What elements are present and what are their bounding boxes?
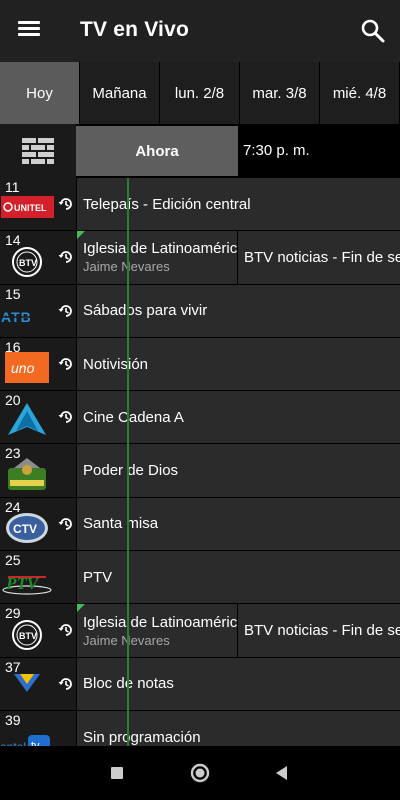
back-triangle-icon[interactable] xyxy=(271,762,293,784)
svg-text:BTV: BTV xyxy=(19,631,37,641)
program-cell[interactable]: PTV xyxy=(76,551,400,604)
program-cell[interactable]: Poder de Dios xyxy=(76,444,400,497)
app-title: TV en Vivo xyxy=(80,18,189,41)
replay-clock-icon xyxy=(58,517,72,530)
channel-row: 15 ATB Sábados para vivir xyxy=(0,284,400,338)
btv-logo: BTV xyxy=(12,247,42,278)
cadena-a-logo xyxy=(8,403,46,436)
recents-square-icon[interactable] xyxy=(106,762,128,784)
program-title: BTV noticias - Fin de semana xyxy=(244,622,400,640)
program-title: Cine Cadena A xyxy=(83,408,184,426)
channel-row: 23 Poder de Dios xyxy=(0,444,400,498)
program-title: Sin programación xyxy=(83,728,201,746)
live-marker xyxy=(77,604,85,613)
replay-clock-icon xyxy=(58,358,72,370)
channel-cell[interactable]: 23 xyxy=(0,444,76,497)
program-title: Telepaís - Edición central xyxy=(83,195,251,213)
program-title: Iglesia de Latinoamérica xyxy=(83,613,237,631)
channel-cell[interactable]: 39 tv entel xyxy=(0,710,76,746)
nuevo-tiempo-logo xyxy=(0,673,54,703)
poder-de-dios-logo xyxy=(8,458,46,491)
svg-text:BTV: BTV xyxy=(19,258,37,268)
tab-day-mie[interactable]: mié. 4/8 xyxy=(320,62,400,124)
entel-tv-logo: tv entel xyxy=(0,734,50,746)
svg-text:UNITEL: UNITEL xyxy=(14,203,47,213)
unitel-logo: UNITEL xyxy=(1,196,54,218)
replay-clock-icon xyxy=(58,624,72,637)
channel-cell[interactable]: 14 BTV xyxy=(0,231,76,284)
channel-cell[interactable]: 29 BTV xyxy=(0,604,76,657)
search-icon[interactable] xyxy=(360,18,386,44)
program-title: Iglesia de Latinoamérica xyxy=(83,240,237,258)
program-cell[interactable]: Notivisión xyxy=(76,337,400,391)
channel-row: 24 CTV Santa misa xyxy=(0,497,400,552)
home-circle-icon[interactable] xyxy=(189,762,211,784)
program-cell[interactable]: Telepaís - Edición central xyxy=(76,178,400,231)
program-title: Sábados para vivir xyxy=(83,302,208,320)
channel-cell[interactable]: 24 CTV xyxy=(0,497,76,551)
replay-clock-icon xyxy=(58,304,72,317)
tab-day-mar[interactable]: mar. 3/8 xyxy=(240,62,320,124)
hamburger-menu-icon[interactable] xyxy=(16,18,46,44)
svg-text:uno: uno xyxy=(11,360,35,376)
tab-day-lun[interactable]: lun. 2/8 xyxy=(160,62,240,124)
program-cell[interactable]: BTV noticias - Fin de semana xyxy=(237,231,400,284)
program-subtitle: Jaime Nevares xyxy=(83,632,170,648)
svg-text:CTV: CTV xyxy=(13,522,37,536)
program-title: Bloc de notas xyxy=(83,675,174,693)
replay-clock-icon xyxy=(58,251,72,264)
replay-clock-icon xyxy=(58,411,72,424)
channel-cell[interactable]: 11 UNITEL xyxy=(0,178,76,231)
channel-row: 25 PTV PTV xyxy=(0,551,400,605)
channel-row: 20 Cine Cadena A xyxy=(0,391,400,445)
channel-cell[interactable]: 15 ATB xyxy=(0,284,76,337)
program-title: Santa misa xyxy=(83,515,159,533)
time-slot-label: 7:30 p. m. xyxy=(243,142,310,159)
program-cell[interactable]: Iglesia de Latinoamérica Jaime Nevares xyxy=(76,604,237,657)
day-tabs: Hoy Mañana lun. 2/8 mar. 3/8 mié. 4/8 xyxy=(0,62,400,124)
system-nav-bar xyxy=(0,746,400,800)
app-bar: TV en Vivo xyxy=(0,0,400,62)
channel-row: 29 BTV Iglesia de Latinoamérica Jaime Ne… xyxy=(0,604,400,658)
ctv-logo: CTV xyxy=(6,512,48,543)
tab-day-hoy[interactable]: Hoy xyxy=(0,62,80,124)
program-title: Poder de Dios xyxy=(83,462,179,480)
program-title: PTV xyxy=(83,568,113,586)
channel-row: 39 tv entel Sin programación xyxy=(0,710,400,746)
uno-logo: uno xyxy=(5,351,49,383)
program-subtitle: Jaime Nevares xyxy=(83,259,170,275)
program-cell[interactable]: BTV noticias - Fin de semana xyxy=(237,604,400,657)
channel-row: 37 Bloc de notas xyxy=(0,657,400,711)
program-cell[interactable]: Sin programación xyxy=(76,710,400,746)
epg-grid: 11 UNITEL Telepaís - Edición central 14 xyxy=(0,178,400,746)
channel-cell[interactable]: 25 PTV xyxy=(0,551,76,604)
brick-grid-icon[interactable] xyxy=(0,124,76,178)
program-cell[interactable]: Cine Cadena A xyxy=(76,391,400,444)
channel-cell[interactable]: 37 xyxy=(0,657,76,710)
channel-row: 16 uno Notivisión xyxy=(0,337,400,392)
btv-logo: BTV xyxy=(12,620,42,651)
program-cell[interactable]: Bloc de notas xyxy=(76,657,400,710)
tab-day-manana[interactable]: Mañana xyxy=(80,62,160,124)
program-cell[interactable]: Santa misa xyxy=(76,497,400,551)
atb-logo: ATB xyxy=(1,309,53,325)
program-cell[interactable]: Sábados para vivir xyxy=(76,284,400,337)
channel-cell[interactable]: 16 uno xyxy=(0,337,76,391)
channel-cell[interactable]: 20 xyxy=(0,391,76,444)
replay-clock-icon xyxy=(58,198,72,210)
now-button[interactable]: Ahora xyxy=(76,126,238,176)
replay-clock-icon xyxy=(58,677,72,690)
channel-row: 11 UNITEL Telepaís - Edición central xyxy=(0,178,400,232)
program-cell[interactable]: Iglesia de Latinoamérica Jaime Nevares xyxy=(76,231,237,284)
channel-row: 14 BTV Iglesia de Latinoamérica Jaime Ne… xyxy=(0,231,400,285)
ptv-logo: PTV xyxy=(2,574,52,595)
program-title: BTV noticias - Fin de semana xyxy=(244,248,400,266)
time-header: Ahora 7:30 p. m. xyxy=(0,124,400,178)
program-title: Notivisión xyxy=(83,355,149,373)
live-marker xyxy=(77,231,85,240)
